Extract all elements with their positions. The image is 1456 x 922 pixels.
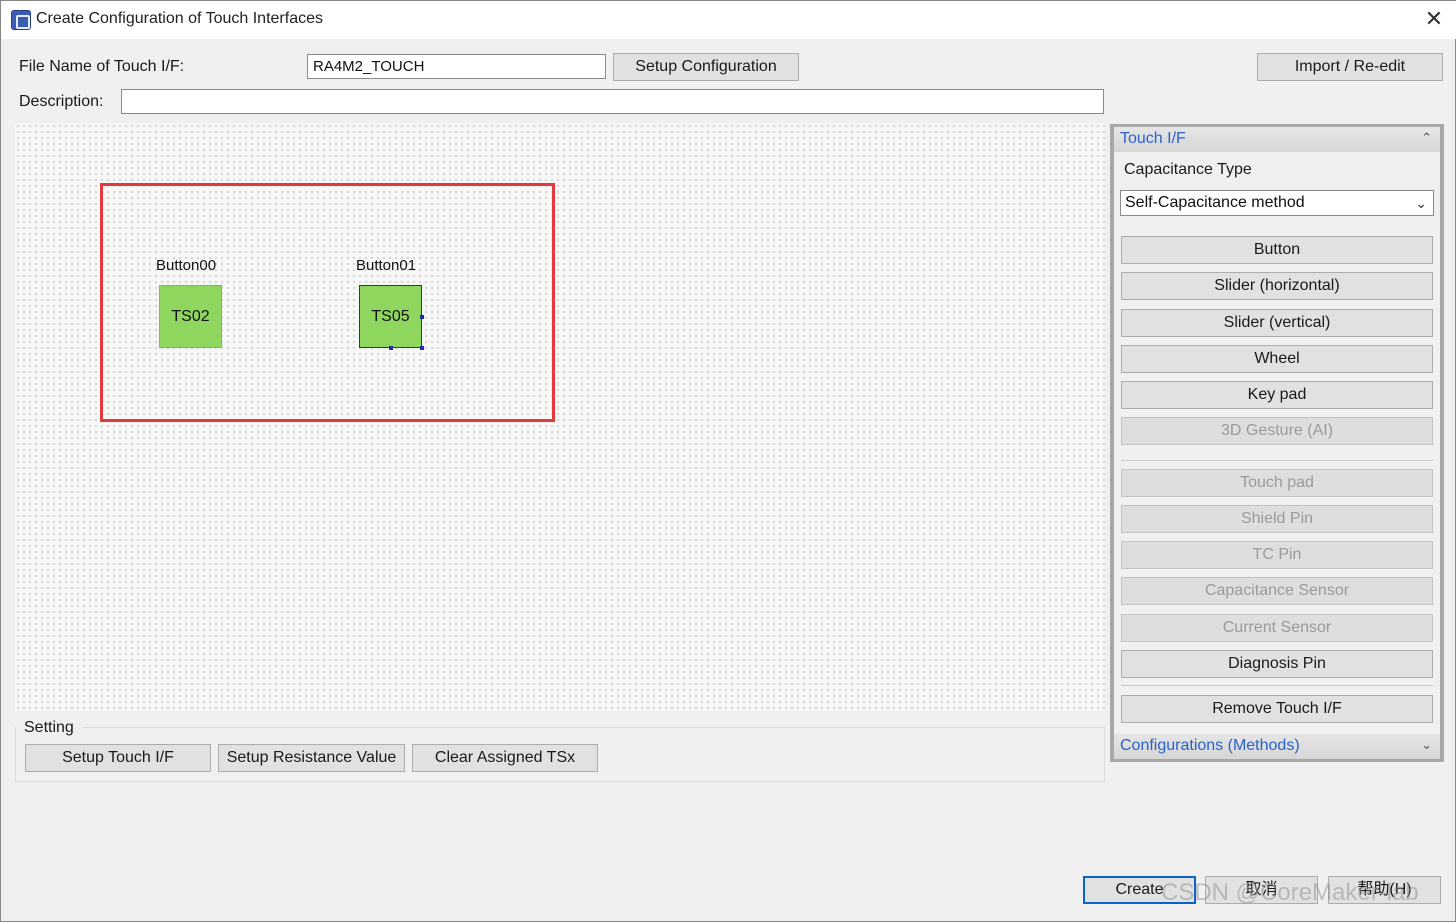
setup-resistance-button[interactable]: Setup Resistance Value bbox=[218, 744, 405, 772]
app-icon bbox=[11, 10, 31, 30]
palette-diagnosis-pin[interactable]: Diagnosis Pin bbox=[1121, 650, 1433, 678]
file-name-label: File Name of Touch I/F: bbox=[19, 58, 185, 75]
capacitance-type-value: Self-Capacitance method bbox=[1125, 194, 1305, 211]
palette-touch-pad[interactable]: Touch pad bbox=[1121, 469, 1433, 497]
collapse-icon[interactable]: ⌃ bbox=[1421, 130, 1432, 146]
resize-handle-right[interactable] bbox=[420, 315, 424, 319]
button01-label: Button01 bbox=[356, 257, 417, 274]
configurations-header-label: Configurations (Methods) bbox=[1120, 737, 1300, 754]
palette-slider-vertical[interactable]: Slider (vertical) bbox=[1121, 309, 1433, 337]
touch-sensor-ts05[interactable]: TS05 bbox=[359, 285, 422, 348]
touch-if-header[interactable]: Touch I/F ⌃ bbox=[1114, 127, 1440, 152]
palette-wheel[interactable]: Wheel bbox=[1121, 345, 1433, 373]
chevron-down-icon: ⌄ bbox=[1415, 195, 1427, 211]
palette-3d-gesture[interactable]: 3D Gesture (AI) bbox=[1121, 417, 1433, 445]
palette-button[interactable]: Button bbox=[1121, 236, 1433, 264]
touch-sensor-ts02[interactable]: TS02 bbox=[159, 285, 222, 348]
capacitance-type-label: Capacitance Type bbox=[1124, 161, 1252, 178]
resize-handle-corner[interactable] bbox=[420, 346, 424, 350]
help-button[interactable]: 帮助(H) bbox=[1328, 876, 1441, 904]
touch-if-header-label: Touch I/F bbox=[1120, 130, 1186, 147]
file-name-input[interactable]: RA4M2_TOUCH bbox=[307, 54, 606, 79]
create-button[interactable]: Create bbox=[1083, 876, 1196, 904]
capacitance-type-select[interactable]: Self-Capacitance method ⌄ bbox=[1120, 190, 1434, 216]
setup-configuration-button[interactable]: Setup Configuration bbox=[613, 53, 799, 81]
setting-title: Setting bbox=[24, 719, 74, 736]
configurations-header[interactable]: Configurations (Methods) ⌄ bbox=[1114, 734, 1440, 759]
palette-key-pad[interactable]: Key pad bbox=[1121, 381, 1433, 409]
palette-current-sensor[interactable]: Current Sensor bbox=[1121, 614, 1433, 642]
cancel-button[interactable]: 取消 bbox=[1205, 876, 1318, 904]
clear-assigned-tsx-button[interactable]: Clear Assigned TSx bbox=[412, 744, 598, 772]
palette-tc-pin[interactable]: TC Pin bbox=[1121, 541, 1433, 569]
palette-slider-horizontal[interactable]: Slider (horizontal) bbox=[1121, 272, 1433, 300]
title-bar: Create Configuration of Touch Interfaces… bbox=[1, 1, 1456, 39]
palette-separator bbox=[1121, 460, 1433, 461]
remove-touch-if-button[interactable]: Remove Touch I/F bbox=[1121, 695, 1433, 723]
description-label: Description: bbox=[19, 93, 104, 110]
window-title: Create Configuration of Touch Interfaces bbox=[36, 10, 323, 27]
close-icon[interactable]: ✕ bbox=[1421, 7, 1447, 33]
palette-shield-pin[interactable]: Shield Pin bbox=[1121, 505, 1433, 533]
setup-touch-if-button[interactable]: Setup Touch I/F bbox=[25, 744, 211, 772]
description-input[interactable] bbox=[121, 89, 1104, 114]
import-reedit-button[interactable]: Import / Re-edit bbox=[1257, 53, 1443, 81]
button00-label: Button00 bbox=[156, 257, 217, 274]
expand-icon[interactable]: ⌄ bbox=[1421, 737, 1432, 753]
palette-capacitance-sensor[interactable]: Capacitance Sensor bbox=[1121, 577, 1433, 605]
dialog-window: Create Configuration of Touch Interfaces… bbox=[0, 0, 1456, 922]
resize-handle-bottom[interactable] bbox=[389, 346, 393, 350]
palette-separator bbox=[1121, 685, 1433, 686]
